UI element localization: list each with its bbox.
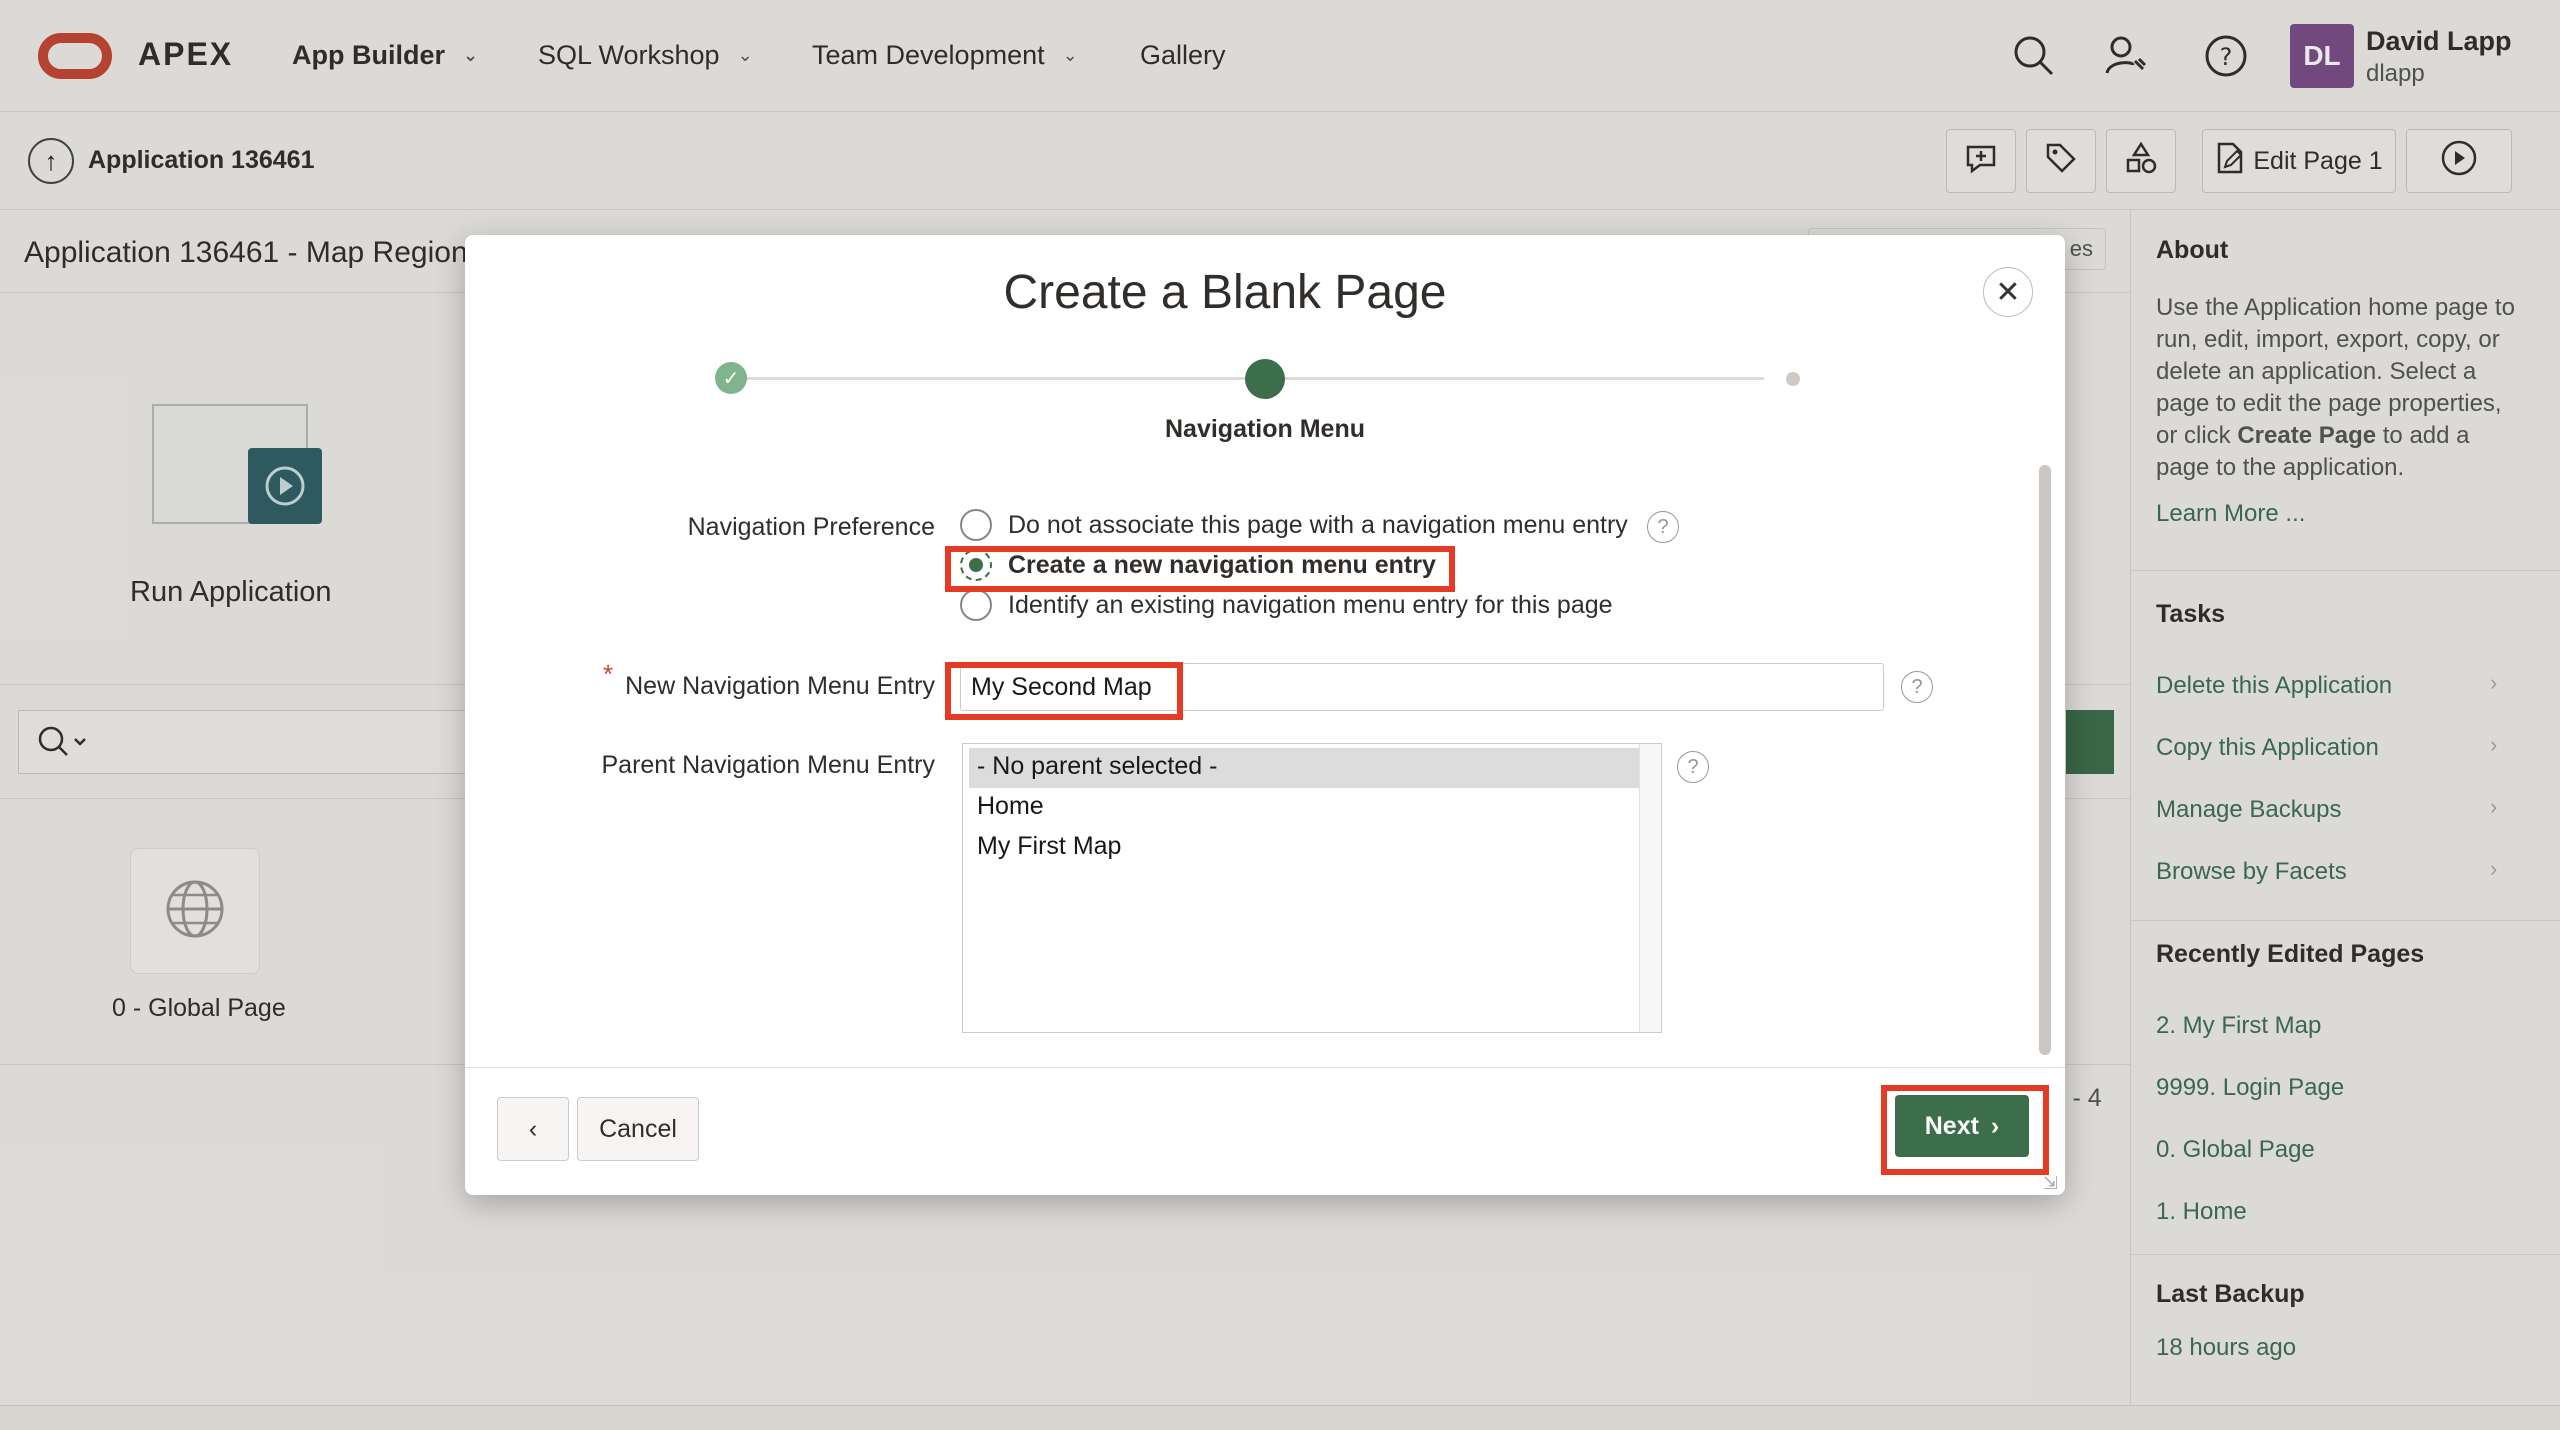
list-item[interactable]: My First Map bbox=[963, 828, 1661, 868]
list-item[interactable]: - No parent selected - bbox=[969, 748, 1655, 788]
dialog-scrollbar[interactable] bbox=[2039, 465, 2051, 1055]
chevron-left-icon: ‹ bbox=[528, 1114, 538, 1143]
resize-handle-icon[interactable]: ⇲ bbox=[2043, 1173, 2058, 1194]
help-icon[interactable]: ? bbox=[1647, 511, 1679, 543]
wizard-step-current bbox=[1245, 359, 1285, 399]
new-navigation-entry-input[interactable] bbox=[960, 663, 1884, 711]
wizard-step-completed-icon: ✓ bbox=[715, 362, 747, 394]
wizard-step-label: Navigation Menu bbox=[1164, 415, 1365, 443]
radio-button[interactable] bbox=[960, 509, 992, 541]
next-button[interactable]: Next › bbox=[1895, 1095, 2029, 1157]
radio-button[interactable] bbox=[960, 589, 992, 621]
help-icon[interactable]: ? bbox=[1677, 751, 1709, 783]
radio-create-new-navigation-entry[interactable]: Create a new navigation menu entry bbox=[960, 549, 1436, 581]
chevron-right-icon: › bbox=[1990, 1111, 2000, 1140]
dialog-title: Create a Blank Page bbox=[1003, 266, 1447, 319]
radio-existing-navigation-entry[interactable]: Identify an existing navigation menu ent… bbox=[960, 589, 1613, 621]
parent-navigation-entry-label: Parent Navigation Menu Entry bbox=[601, 751, 935, 779]
previous-button[interactable]: ‹ bbox=[497, 1097, 569, 1161]
close-icon: ✕ bbox=[1995, 275, 2021, 309]
radio-no-navigation-entry[interactable]: Do not associate this page with a naviga… bbox=[960, 509, 1628, 541]
dialog-footer-divider bbox=[465, 1067, 2065, 1068]
cancel-button[interactable]: Cancel bbox=[577, 1097, 699, 1161]
radio-button-checked[interactable] bbox=[960, 549, 992, 581]
parent-navigation-entry-listbox[interactable]: - No parent selected - Home My First Map bbox=[962, 743, 1662, 1033]
wizard-step-next bbox=[1786, 372, 1800, 386]
help-icon[interactable]: ? bbox=[1901, 671, 1933, 703]
create-blank-page-dialog: Create a Blank Page ✕ ✓ Navigation Menu … bbox=[465, 235, 2065, 1195]
close-button[interactable]: ✕ bbox=[1983, 267, 2033, 317]
listbox-scrollbar[interactable] bbox=[1639, 744, 1661, 1032]
navigation-preference-label: Navigation Preference bbox=[687, 513, 935, 541]
list-item[interactable]: Home bbox=[963, 788, 1661, 828]
new-navigation-entry-label: New Navigation Menu Entry bbox=[625, 672, 935, 700]
